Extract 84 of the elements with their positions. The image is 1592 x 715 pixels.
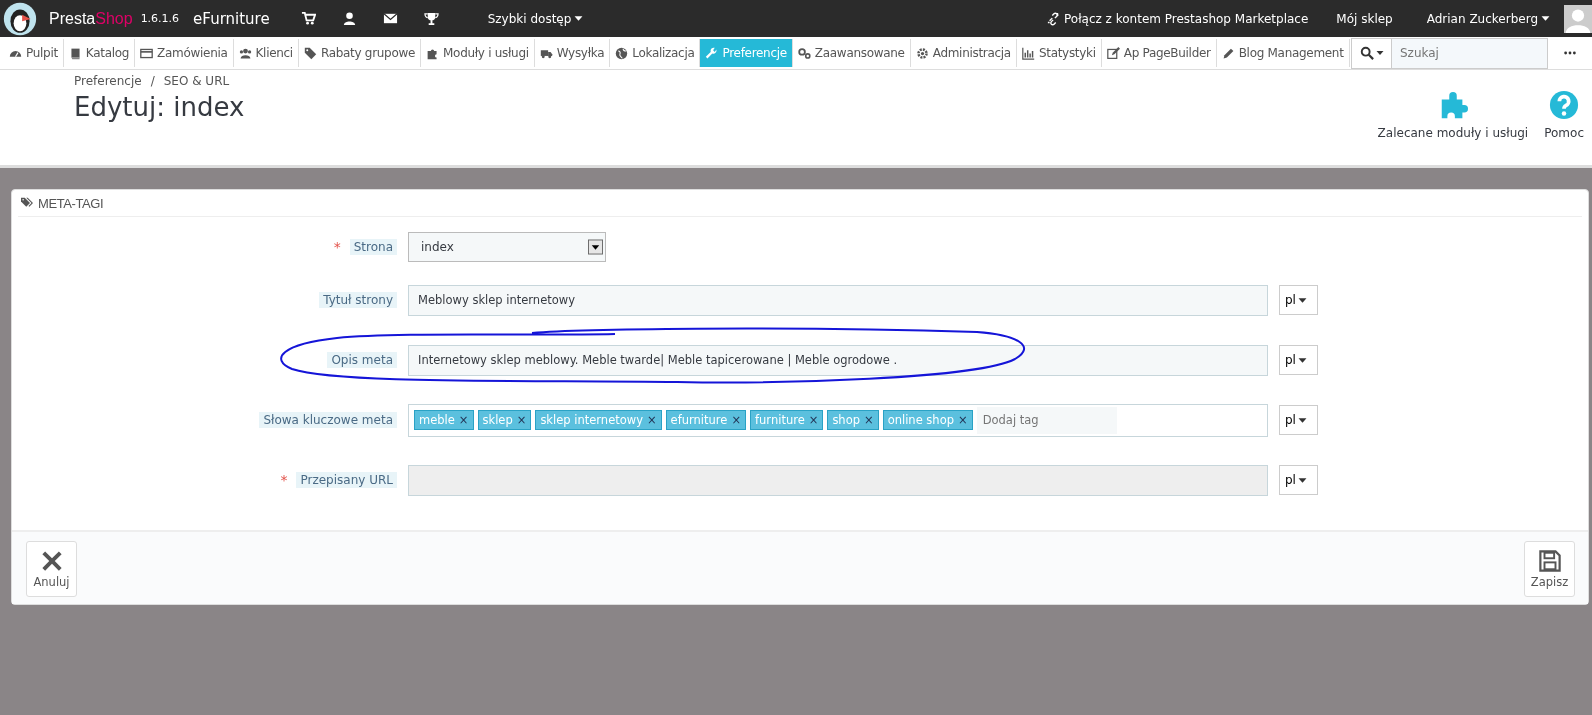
breadcrumb-link[interactable]: SEO & URL — [163, 74, 230, 88]
save-button[interactable]: Zapisz — [1524, 541, 1575, 597]
nav-tab[interactable]: Katalog — [63, 39, 136, 67]
edit-icon — [1106, 46, 1120, 60]
meta-description-field[interactable]: Internetowy sklep meblowy. Meble twarde| Meble tapicerowane | Meble ogrodowe . — [408, 344, 1268, 376]
user-icon[interactable] — [341, 11, 357, 26]
nav-tab[interactable]: Moduły i usługi — [421, 39, 535, 67]
cancel-button[interactable]: Anuluj — [26, 541, 77, 597]
remove-tag-button[interactable]: × — [864, 413, 874, 427]
link-icon — [1047, 11, 1061, 26]
add-tag-field[interactable]: Dodaj tag — [976, 406, 1117, 434]
gears-icon — [797, 46, 811, 60]
bar-chart-icon — [1021, 46, 1035, 60]
help-icon — [1549, 90, 1580, 120]
field-label: Tytuł strony — [319, 292, 397, 308]
keyword-tag: online shop × — [882, 410, 973, 430]
close-icon — [40, 549, 63, 572]
caret-icon — [1297, 355, 1307, 365]
my-shop-link[interactable]: Mój sklep — [1336, 11, 1393, 26]
nav-tab[interactable]: Statystyki — [1016, 39, 1102, 67]
language-dropdown[interactable]: pl — [1279, 285, 1318, 315]
remove-tag-button[interactable]: × — [808, 413, 819, 427]
required-asterisk: * — [333, 239, 341, 255]
panel-title: META-TAGI — [38, 195, 104, 211]
wrench-icon — [705, 46, 719, 60]
nav-tab[interactable]: Administracja — [910, 39, 1017, 67]
keyword-tag: sklep × — [477, 410, 532, 430]
remove-tag-button[interactable]: × — [458, 413, 469, 427]
keyword-tag: meble × — [414, 410, 474, 430]
book-icon — [68, 46, 82, 60]
nav-tab[interactable]: Zaawansowane — [792, 39, 911, 67]
shop-name[interactable]: eFurniture — [193, 9, 270, 28]
caret-icon — [1297, 295, 1307, 305]
text-field[interactable]: Meblowy sklep internetowy — [408, 284, 1268, 316]
envelope-icon[interactable] — [382, 11, 398, 26]
remove-tag-button[interactable]: × — [516, 413, 527, 427]
user-menu[interactable]: Adrian Zuckerberg — [1420, 10, 1556, 27]
marketplace-link[interactable]: Połącz z kontem Prestashop Marketplace — [1047, 11, 1309, 26]
globe-icon — [615, 46, 629, 60]
page-select[interactable]: index — [408, 232, 606, 262]
tags-field[interactable]: meble × sklep × sklep internetowy × efurniture × furniture × shop × online shop × Dodaj tag — [408, 403, 1268, 437]
nav-tab[interactable]: Ap PageBuilder — [1101, 39, 1217, 67]
users-icon — [238, 46, 252, 60]
required-asterisk: * — [280, 472, 288, 488]
keyword-tag: sklep internetowy × — [535, 410, 662, 430]
puffin-logo-icon[interactable] — [3, 1, 37, 36]
remove-tag-button[interactable]: × — [958, 413, 968, 427]
cart-icon[interactable] — [300, 11, 316, 26]
keyword-tag: furniture × — [750, 410, 824, 430]
remove-tag-button[interactable]: × — [646, 413, 657, 427]
breadcrumb-separator: / — [150, 74, 155, 88]
pencil-icon — [1221, 46, 1235, 60]
toolbar-button[interactable]: Zalecane moduły i usługi — [1371, 90, 1535, 140]
tag-icon — [303, 46, 317, 60]
language-dropdown[interactable]: pl — [1279, 405, 1318, 435]
caret-icon — [574, 14, 584, 23]
nav-tab[interactable]: Zamówienia — [135, 39, 234, 67]
version-label: 1.6.1.6 — [140, 12, 180, 25]
quick-access-menu[interactable]: Szybki dostęp — [481, 10, 590, 27]
nav-tab[interactable]: Klienci — [233, 39, 299, 67]
brand-wordmark[interactable]: PrestaShop — [49, 9, 133, 28]
caret-icon — [1297, 415, 1307, 425]
keyword-tag: efurniture × — [665, 410, 747, 430]
nav-tab[interactable]: Rabaty grupowe — [298, 39, 422, 67]
toolbar-button[interactable]: Pomoc — [1538, 90, 1590, 140]
puzzle-icon — [426, 46, 440, 60]
nav-tab[interactable]: Wysyłka — [534, 39, 611, 67]
caret-icon — [1297, 475, 1307, 485]
remove-tag-button[interactable]: × — [731, 413, 742, 427]
tags-icon — [20, 197, 34, 209]
field-label: Strona — [349, 239, 397, 255]
trophy-icon[interactable] — [423, 11, 439, 26]
credit-card-icon — [140, 46, 154, 60]
caret-icon — [1541, 14, 1550, 23]
page-title: Edytuj: index — [74, 92, 245, 122]
field-label: Słowa kluczowe meta — [259, 412, 397, 428]
field-label: Przepisany URL — [296, 472, 397, 488]
breadcrumb-link[interactable]: Preferencje — [74, 74, 142, 88]
nav-tab[interactable]: Pulpit — [4, 39, 64, 67]
nav-tab[interactable]: Blog Management — [1216, 39, 1350, 67]
field-label: Opis meta — [327, 352, 397, 368]
language-dropdown[interactable]: pl — [1279, 345, 1318, 375]
keyword-tag: shop × — [827, 410, 879, 430]
gear-icon — [915, 46, 929, 60]
